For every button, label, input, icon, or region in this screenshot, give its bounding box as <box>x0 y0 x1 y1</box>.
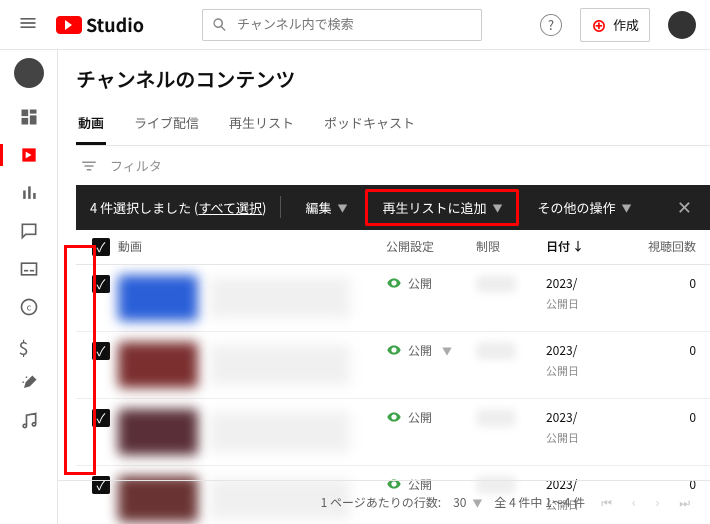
rows-per-page-select[interactable]: 30▼ <box>453 494 482 511</box>
selection-count: 4 件選択しました (すべて選択) <box>90 198 266 217</box>
video-thumbnail[interactable] <box>118 275 198 321</box>
help-icon[interactable]: ? <box>540 14 562 36</box>
views-cell: 0 <box>636 409 696 426</box>
table-row[interactable]: ✓ 公開 2023/公開日 0 <box>76 399 710 466</box>
tab-ポッドキャスト[interactable]: ポッドキャスト <box>322 103 417 145</box>
page-prev-icon[interactable]: ‹ <box>628 490 640 515</box>
filter-row[interactable]: フィルタ <box>76 146 710 185</box>
visibility-cell[interactable]: 公開 <box>386 409 476 426</box>
sidebar-analytics[interactable] <box>8 176 50 210</box>
table-row[interactable]: ✓ 公開▼ 2023/公開日 0 <box>76 332 710 399</box>
row-checkbox[interactable]: ✓ <box>92 409 110 427</box>
chevron-down-icon: ▼ <box>442 343 452 358</box>
table-row[interactable]: ✓ 公開 2023/公開日 0 <box>76 265 710 332</box>
video-title <box>210 345 350 385</box>
svg-text:c: c <box>26 299 31 313</box>
avatar[interactable] <box>668 11 696 39</box>
channel-avatar[interactable] <box>14 58 44 88</box>
close-icon[interactable]: ✕ <box>673 190 696 224</box>
tabs: 動画ライブ配信再生リストポッドキャスト <box>76 103 710 146</box>
add-to-playlist-button[interactable]: 再生リストに追加▼ <box>365 189 519 226</box>
restrictions-cell <box>476 275 546 293</box>
sidebar-dashboard[interactable] <box>8 100 50 134</box>
sort-down-icon: ↓ <box>572 238 584 255</box>
public-icon <box>386 342 402 358</box>
views-cell: 0 <box>636 342 696 359</box>
visibility-cell[interactable]: 公開 <box>386 275 476 292</box>
date-cell: 2023/公開日 <box>546 275 636 312</box>
video-thumbnail[interactable] <box>118 342 198 388</box>
col-restrictions[interactable]: 制限 <box>476 238 546 255</box>
video-title <box>210 278 350 318</box>
create-label: 作成 <box>613 15 639 34</box>
date-cell: 2023/公開日 <box>546 342 636 379</box>
chevron-down-icon: ▼ <box>621 200 631 215</box>
select-all-checkbox[interactable]: ✓ <box>92 238 110 256</box>
sidebar-audio[interactable] <box>8 404 50 438</box>
restrictions-cell <box>476 409 546 427</box>
date-cell: 2023/公開日 <box>546 409 636 446</box>
video-title <box>210 412 350 452</box>
sidebar-copyright[interactable]: c <box>8 290 50 324</box>
youtube-icon <box>56 16 82 34</box>
sidebar: c $ <box>0 50 58 524</box>
chevron-down-icon: ▼ <box>492 200 502 215</box>
tab-動画[interactable]: 動画 <box>76 103 106 145</box>
sidebar-comments[interactable] <box>8 214 50 248</box>
page-range: 全 4 件中 1～4 件 <box>494 494 585 511</box>
filter-label: フィルタ <box>110 156 162 175</box>
search-box[interactable] <box>202 9 482 41</box>
video-thumbnail[interactable] <box>118 409 198 455</box>
public-icon <box>386 275 402 291</box>
page-next-icon[interactable]: › <box>652 490 664 515</box>
edit-button[interactable]: 編集▼ <box>295 192 357 223</box>
page-last-icon[interactable]: ⏭ <box>675 490 694 515</box>
visibility-cell[interactable]: 公開▼ <box>386 342 476 359</box>
row-checkbox[interactable]: ✓ <box>92 342 110 360</box>
restrictions-cell <box>476 342 546 360</box>
top-bar: Studio ? ⊕ 作成 <box>0 0 710 50</box>
col-views[interactable]: 視聴回数 <box>636 238 696 255</box>
studio-logo[interactable]: Studio <box>56 12 144 38</box>
chevron-down-icon: ▼ <box>337 200 347 215</box>
more-actions-button[interactable]: その他の操作▼ <box>527 192 641 223</box>
search-input[interactable] <box>237 17 473 32</box>
select-all-link[interactable]: すべて選択 <box>198 198 262 217</box>
tab-ライブ配信[interactable]: ライブ配信 <box>132 103 201 145</box>
chevron-down-icon: ▼ <box>472 495 482 510</box>
logo-text: Studio <box>86 12 144 38</box>
create-button[interactable]: ⊕ 作成 <box>580 8 650 42</box>
tab-再生リスト[interactable]: 再生リスト <box>227 103 296 145</box>
page-title: チャンネルのコンテンツ <box>76 64 710 93</box>
filter-icon <box>80 157 98 175</box>
main-content: チャンネルのコンテンツ 動画ライブ配信再生リストポッドキャスト フィルタ 4 件… <box>58 50 710 524</box>
views-cell: 0 <box>636 275 696 292</box>
row-checkbox[interactable]: ✓ <box>92 275 110 293</box>
plus-icon: ⊕ <box>591 13 607 37</box>
table-header: ✓ 動画 公開設定 制限 日付 ↓ 視聴回数 <box>76 230 710 265</box>
selection-bar: 4 件選択しました (すべて選択) 編集▼ 再生リストに追加▼ その他の操作▼ … <box>76 185 710 230</box>
search-icon <box>211 16 229 34</box>
public-icon <box>386 409 402 425</box>
sidebar-content[interactable] <box>8 138 50 172</box>
col-video[interactable]: 動画 <box>118 238 386 255</box>
col-date[interactable]: 日付 ↓ <box>546 238 636 255</box>
rows-per-page-label: 1 ページあたりの行数: <box>321 494 441 511</box>
col-visibility[interactable]: 公開設定 <box>386 238 476 255</box>
sidebar-customization[interactable] <box>8 366 50 400</box>
sidebar-subtitles[interactable] <box>8 252 50 286</box>
pagination-footer: 1 ページあたりの行数: 30▼ 全 4 件中 1～4 件 ⏮ ‹ › ⏭ <box>58 480 710 524</box>
menu-icon[interactable] <box>14 9 42 41</box>
sidebar-monetization[interactable]: $ <box>8 328 50 362</box>
page-first-icon[interactable]: ⏮ <box>597 490 616 515</box>
